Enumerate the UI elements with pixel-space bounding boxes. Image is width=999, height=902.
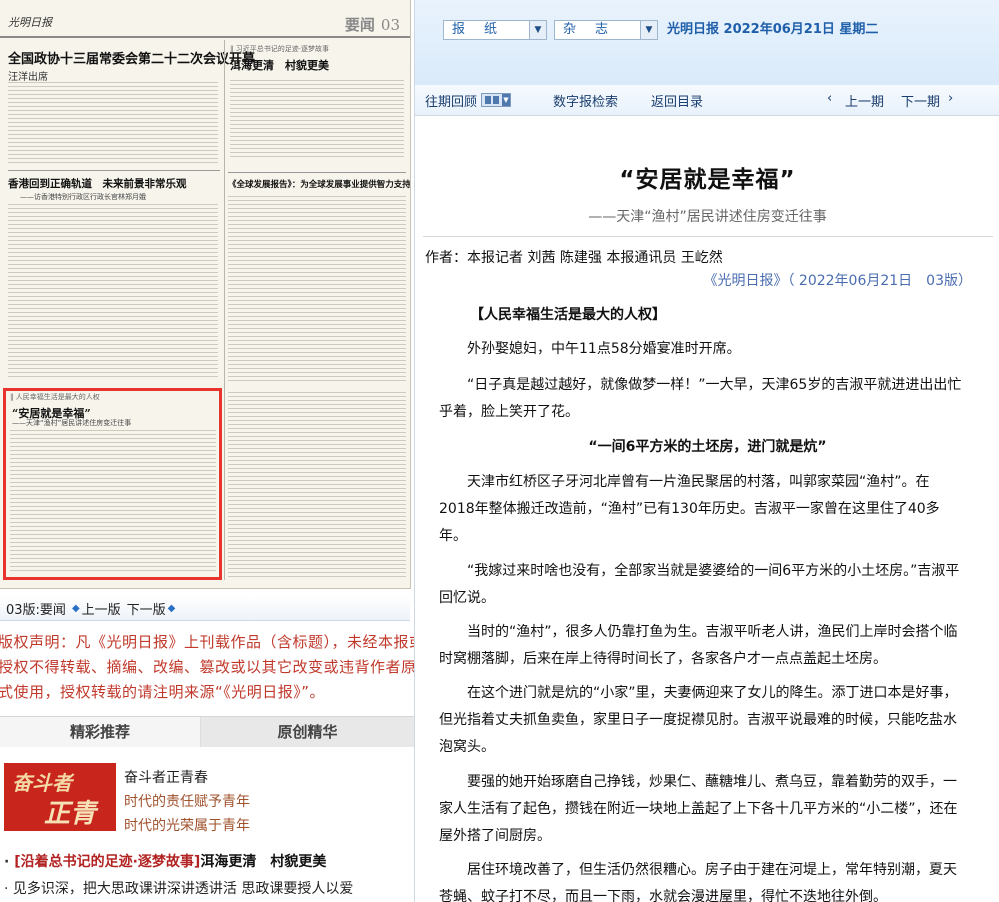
article-source[interactable]: 《光明日报》（ 2022年06月21日 03版） xyxy=(703,270,972,290)
right-story-text xyxy=(230,80,404,160)
right-story-headline[interactable]: 洱海更清 村貌更美 xyxy=(230,57,329,73)
featured-image-text-2: 正青春 xyxy=(44,799,97,829)
current-page-label: 03版:要闻 xyxy=(6,602,66,618)
article-title: “安居就是幸福” xyxy=(619,167,796,193)
left-panel: 光明日报 要闻 03 全国政协十三届常委会第二十二次会议开幕 汪洋出席 ‖ 习近平… xyxy=(0,0,464,902)
magazine-select-value: 杂 志 xyxy=(563,22,612,37)
hk-subtitle: ——访香港特别行政区行政长官林郑月娥 xyxy=(20,193,146,201)
featured-sub-2[interactable]: 时代的光荣属于青年 xyxy=(124,815,250,835)
hk-article-text xyxy=(8,204,218,380)
selected-article-highlight[interactable] xyxy=(3,388,222,580)
section-rule xyxy=(8,170,220,171)
chevron-down-icon[interactable]: ▼ xyxy=(529,21,546,39)
tab-featured[interactable]: 精彩推荐 xyxy=(0,717,201,747)
right-panel: 报 纸 ▼ 杂 志 ▼ 光明日报 2022年06月21日 星期二 往期回顾 ▼ … xyxy=(414,0,999,902)
article-subtitle: ——天津“渔村”居民讲述住房变迁往事 xyxy=(588,209,827,225)
article-author: 作者：本报记者 刘茜 陈建强 本报通讯员 王屹然 xyxy=(425,250,723,266)
chevron-left-icon[interactable]: ‹ xyxy=(827,91,832,106)
paragraph-2: “日子真是越过越好，就像做梦一样！”一大早，天津65岁的吉淑平就进进出出忙乎着，… xyxy=(439,377,962,420)
newspaper-select[interactable]: 报 纸 ▼ xyxy=(443,20,547,40)
featured-image-text-1: 奋斗者 xyxy=(12,771,72,795)
dev-headline[interactable]: 《全球发展报告》：为全球发展事业提供智力支持 xyxy=(228,178,410,190)
next-page-icon[interactable]: ◆ xyxy=(168,603,176,614)
newspaper-logo: 光明日报 xyxy=(8,16,52,29)
copyright-notice: 版权声明：凡《光明日报》上刊载作品（含标题），未经本报或本网 授权不得转载、摘编… xyxy=(0,630,464,705)
section-heading-2: “一间6平方米的土坯房，进门就是炕” xyxy=(588,439,827,455)
chevron-down-icon[interactable]: ▼ xyxy=(640,21,657,39)
paragraph-5: 当时的“渔村”，很多人仍靠打鱼为生。吉淑平听老人讲，渔民们上岸时会搭个临时窝棚落… xyxy=(439,624,958,667)
back-to-toc-link[interactable]: 返回目录 xyxy=(651,91,703,110)
chevron-right-icon[interactable]: › xyxy=(948,91,953,106)
page-label: 要闻 03 xyxy=(345,14,400,35)
paper-masthead: 光明日报 要闻 03 xyxy=(0,0,410,38)
next-issue-link[interactable]: 下一期 xyxy=(901,91,940,110)
layout-toggle-icon[interactable]: ▼ xyxy=(481,93,511,107)
copyright-line-1: 版权声明：凡《光明日报》上刊载作品（含标题），未经本报或本网 xyxy=(0,633,456,651)
bullet: · xyxy=(4,854,10,870)
newspaper-page-image[interactable]: 光明日报 要闻 03 全国政协十三届常委会第二十二次会议开幕 汪洋出席 ‖ 习近平… xyxy=(0,0,411,589)
paragraph-3: 天津市红桥区子牙河北岸曾有一片渔民聚居的村落，叫郭家菜园“渔村”。在2018年整… xyxy=(439,474,940,544)
paragraph-8: 居住环境改善了，但生活仍然很糟心。房子由于建在河堤上，常年特别潮，夏天苍蝇、蚊子… xyxy=(439,862,957,902)
main-headline[interactable]: 全国政协十三届常委会第二十二次会议开幕 xyxy=(8,48,255,67)
main-article-text xyxy=(8,82,218,166)
magazine-select[interactable]: 杂 志 ▼ xyxy=(554,20,658,40)
dev-article-text xyxy=(228,196,406,384)
news-item-1[interactable]: · [沿着总书记的足迹·逐梦故事]洱海更清 村貌更美 xyxy=(4,851,326,871)
article: “安居就是幸福” ——天津“渔村”居民讲述住房变迁往事 作者：本报记者 刘茜 陈… xyxy=(415,116,999,902)
page-label-name: 要闻 xyxy=(344,16,375,34)
past-issues-link[interactable]: 往期回顾 xyxy=(425,91,477,110)
featured-title[interactable]: 奋斗者正青春 xyxy=(124,767,208,787)
recommend-tabs: 精彩推荐 原创精华 xyxy=(0,716,414,748)
paragraph-1: 外孙娶媳妇，中午11点58分婚宴准时开席。 xyxy=(467,341,741,357)
next-page-link[interactable]: 下一版 xyxy=(127,599,166,618)
copyright-line-3: 式使用，授权转载的请注明来源“《光明日报》”。 xyxy=(0,683,326,701)
column-divider xyxy=(224,40,225,580)
paragraph-7: 要强的她开始琢磨自己挣钱，炒果仁、蘸糖堆儿、煮乌豆，靠着勤劳的双手，一家人生活有… xyxy=(439,774,958,844)
tab-original[interactable]: 原创精华 xyxy=(201,717,414,747)
featured-image[interactable]: 奋斗者 正青春 xyxy=(4,763,116,831)
copyright-line-2: 授权不得转载、摘编、改编、篡改或以其它改变或违背作者原意的方 xyxy=(0,658,464,676)
news-item-title: 洱海更清 村貌更美 xyxy=(200,854,327,870)
featured-sub-1[interactable]: 时代的责任赋予青年 xyxy=(124,791,250,811)
paragraph-6: 在这个进门就是炕的“小家”里，夫妻俩迎来了女儿的降生。添丁进口本是好事，但光指着… xyxy=(439,685,958,755)
newspaper-select-value: 报 纸 xyxy=(452,22,501,37)
nav-bar: 往期回顾 ▼ 数字报检索 返回目录 ‹ 上一期 下一期 › xyxy=(415,85,999,116)
bullet: · xyxy=(4,881,9,897)
paragraph-4: “我嫁过来时啥也没有，全部家当就是婆婆给的一间6平方米的小土坯房。”吉淑平回忆说… xyxy=(439,563,960,606)
top-toolbar: 报 纸 ▼ 杂 志 ▼ 光明日报 2022年06月21日 星期二 xyxy=(415,0,999,85)
hk-headline[interactable]: 香港回到正确轨道 未来前景非常乐观 xyxy=(8,176,187,191)
title-divider xyxy=(423,236,993,237)
page-label-number: 03 xyxy=(380,16,400,34)
news-item-2[interactable]: · 见多识深，把大思政课讲深讲透讲活 思政课要授人以爱 xyxy=(4,878,353,898)
main-byline: 汪洋出席 xyxy=(8,72,48,83)
publication-date: 光明日报 2022年06月21日 星期二 xyxy=(667,22,879,37)
prev-page-icon[interactable]: ◆ xyxy=(72,603,80,614)
right-story-tag: ‖ 习近平总书记的足迹·逐梦故事 xyxy=(230,45,329,53)
digital-search-link[interactable]: 数字报检索 xyxy=(553,91,618,110)
section-rule-2 xyxy=(228,172,406,173)
news-item-tag: [沿着总书记的足迹·逐梦故事] xyxy=(14,854,201,870)
prev-page-link[interactable]: 上一版 xyxy=(82,599,121,618)
continued-article-text xyxy=(228,392,406,578)
news-item-title: 见多识深，把大思政课讲深讲透讲活 思政课要授人以爱 xyxy=(12,881,354,897)
page-navigator: 03版:要闻 ◆ 上一版 下一版 ◆ xyxy=(0,596,410,621)
prev-issue-link[interactable]: 上一期 xyxy=(845,91,884,110)
section-heading-1: 【人民幸福生活是最大的人权】 xyxy=(470,307,666,323)
